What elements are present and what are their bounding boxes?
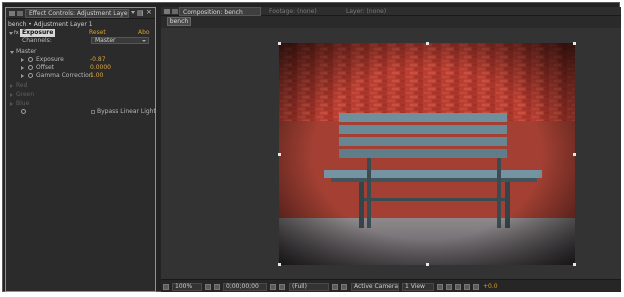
bypass-row: Bypass Linear Light xyxy=(6,108,156,116)
property-value[interactable]: 0.0000 xyxy=(90,64,111,72)
property-label: Gamma Correction xyxy=(36,72,93,79)
exposure-value[interactable]: +0.0 xyxy=(483,283,498,291)
bench-photo xyxy=(279,43,575,265)
composition-image xyxy=(279,43,575,265)
channel-group-label: Blue xyxy=(16,100,30,107)
view-layout-select[interactable]: 1 View xyxy=(402,283,434,291)
expand-triangle-icon[interactable] xyxy=(10,51,14,54)
stopwatch-icon[interactable] xyxy=(28,65,33,70)
views-value: 1 View xyxy=(405,283,425,290)
region-of-interest-icon[interactable] xyxy=(332,284,338,290)
channel-group-red: Red xyxy=(6,82,155,90)
timecode-field[interactable]: 0;00;00;00 xyxy=(223,283,267,291)
layer-handle[interactable] xyxy=(573,42,576,45)
master-label: Master xyxy=(16,48,37,55)
camera-value: Active Camera xyxy=(354,283,399,290)
tab-effect-controls[interactable]: Effect Controls: Adjustment Layer 1 xyxy=(25,9,129,18)
stopwatch-icon[interactable] xyxy=(21,109,26,114)
layer-handle[interactable] xyxy=(278,42,281,45)
app-window: Effect Controls: Adjustment Layer 1 ▤ × … xyxy=(2,2,621,292)
stopwatch-icon[interactable] xyxy=(28,73,33,78)
expand-triangle-icon[interactable] xyxy=(21,74,24,78)
property-value[interactable]: -0.87 xyxy=(90,56,106,64)
lock-icon[interactable] xyxy=(17,11,23,16)
bypass-checkbox[interactable] xyxy=(91,110,95,114)
fast-preview-icon[interactable] xyxy=(446,284,452,290)
expand-triangle-icon[interactable] xyxy=(9,32,13,35)
panel-menu-icon[interactable] xyxy=(9,11,15,16)
show-channel-icon[interactable] xyxy=(279,284,285,290)
stopwatch-icon[interactable] xyxy=(28,57,33,62)
expand-triangle-icon[interactable] xyxy=(21,66,24,70)
effect-header-row[interactable]: fx Exposure Reset Abo xyxy=(6,29,155,37)
channels-row: Channels: Master xyxy=(6,37,155,45)
channel-group-label: Green xyxy=(16,91,35,98)
resolution-select[interactable]: (Full) xyxy=(289,283,329,291)
mask-visibility-icon[interactable] xyxy=(214,284,220,290)
bypass-label: Bypass Linear Light xyxy=(97,108,156,115)
property-label: Exposure xyxy=(36,56,64,63)
timeline-icon[interactable] xyxy=(455,284,461,290)
property-value[interactable]: 1.00 xyxy=(90,72,103,80)
expand-triangle-icon xyxy=(10,93,13,97)
channels-select-value: Master xyxy=(95,37,116,44)
property-row: Gamma Correction 1.00 xyxy=(6,72,155,80)
exposure-reset-icon[interactable] xyxy=(473,284,479,290)
panel-menu-icon[interactable] xyxy=(164,9,170,14)
composition-viewer[interactable] xyxy=(161,28,621,279)
reset-link[interactable]: Reset xyxy=(89,29,106,37)
layer-handle[interactable] xyxy=(573,263,576,266)
pixel-aspect-icon[interactable] xyxy=(437,284,443,290)
layer-handle[interactable] xyxy=(426,42,429,45)
expand-triangle-icon xyxy=(10,84,13,88)
panel-options-icon[interactable]: ▤ xyxy=(137,9,144,18)
master-group-row[interactable]: Master xyxy=(6,48,155,56)
property-row: Offset 0.0000 xyxy=(6,64,155,72)
transparency-grid-icon[interactable] xyxy=(341,284,347,290)
composition-footer: 100% 0;00;00;00 (Full) Active Camera 1 V… xyxy=(161,279,621,292)
zoom-select[interactable]: 100% xyxy=(172,283,202,291)
channel-group-label: Red xyxy=(16,82,28,89)
tab-layer[interactable]: Layer: (none) xyxy=(346,7,386,16)
composition-panel: Composition: bench Footage: (none) Layer… xyxy=(161,7,621,292)
lock-icon[interactable] xyxy=(172,9,178,14)
tab-footage[interactable]: Footage: (none) xyxy=(269,7,317,16)
channels-select[interactable]: Master xyxy=(91,37,149,44)
layer-handle[interactable] xyxy=(278,153,281,156)
safe-areas-icon[interactable] xyxy=(205,284,211,290)
chevron-down-icon[interactable] xyxy=(131,11,135,14)
effect-controls-panel: Effect Controls: Adjustment Layer 1 ▤ × … xyxy=(5,7,156,292)
expand-triangle-icon xyxy=(10,102,13,106)
chevron-down-icon xyxy=(142,40,146,42)
about-link[interactable]: Abo xyxy=(138,29,150,37)
breadcrumb: bench • Adjustment Layer 1 xyxy=(8,21,93,28)
close-icon[interactable]: × xyxy=(146,8,152,17)
channels-label: Channels: xyxy=(22,37,52,44)
camera-select[interactable]: Active Camera xyxy=(351,283,399,291)
composition-tabbar: Composition: bench Footage: (none) Layer… xyxy=(161,7,621,16)
expand-triangle-icon[interactable] xyxy=(21,58,24,62)
layer-handle[interactable] xyxy=(573,153,576,156)
layer-handle[interactable] xyxy=(278,263,281,266)
always-preview-icon[interactable] xyxy=(163,284,169,290)
property-row: Exposure -0.87 xyxy=(6,56,155,64)
effect-controls-tabbar: Effect Controls: Adjustment Layer 1 ▤ × xyxy=(6,8,155,19)
effect-name[interactable]: Exposure xyxy=(20,29,56,37)
layer-handle[interactable] xyxy=(426,263,429,266)
channel-group-green: Green xyxy=(6,91,155,99)
zoom-value: 100% xyxy=(175,283,193,290)
tab-composition[interactable]: Composition: bench xyxy=(179,7,261,16)
timecode-value: 0;00;00;00 xyxy=(226,283,259,290)
flowchart-icon[interactable] xyxy=(464,284,470,290)
comp-subtab[interactable]: bench xyxy=(167,17,191,26)
tab-composition-label: Composition: bench xyxy=(183,9,243,16)
property-label: Offset xyxy=(36,64,55,71)
camera-icon[interactable] xyxy=(270,284,276,290)
resolution-value: (Full) xyxy=(292,283,307,290)
channel-group-blue: Blue xyxy=(6,100,155,108)
